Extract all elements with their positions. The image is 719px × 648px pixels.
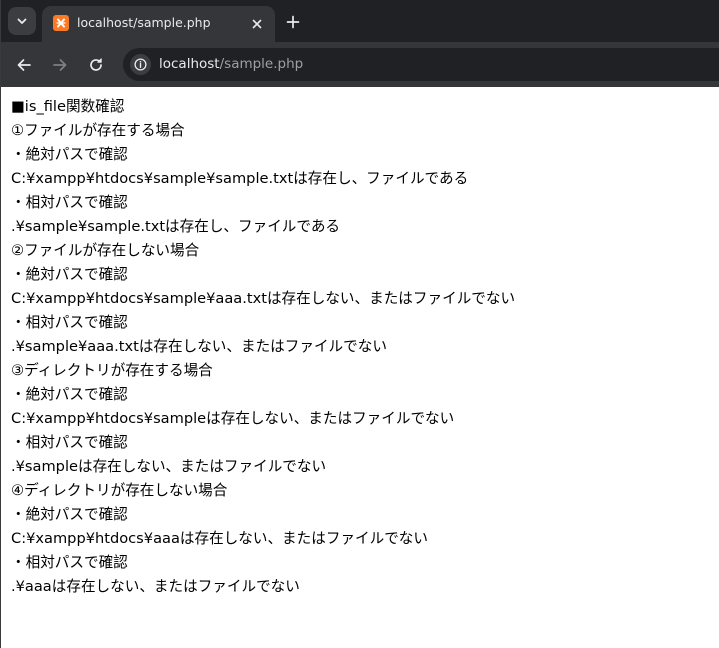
output-line: ④ディレクトリが存在しない場合: [11, 482, 228, 499]
info-icon: [134, 58, 147, 71]
forward-button[interactable]: [47, 52, 73, 78]
output-line: .¥sample¥aaa.txtは存在しない、またはファイルでない: [11, 338, 387, 355]
new-tab-button[interactable]: [281, 10, 305, 34]
output-line: C:¥xampp¥htdocs¥sampleは存在しない、またはファイルでない: [11, 410, 455, 427]
close-icon: [252, 19, 262, 29]
tab-close-button[interactable]: [247, 14, 267, 34]
chevron-down-icon: [17, 18, 27, 24]
output-line: ・相対パスで確認: [11, 314, 128, 331]
output-line: ・相対パスで確認: [11, 194, 128, 211]
url-path: /sample.php: [219, 56, 304, 72]
output-line: ■is_file関数確認: [11, 98, 125, 115]
back-button[interactable]: [11, 52, 37, 78]
output-line: ・絶対パスで確認: [11, 266, 128, 283]
url-text[interactable]: localhost/sample.php: [159, 56, 303, 73]
page-content: ■is_file関数確認 ①ファイルが存在する場合 ・絶対パスで確認 C:¥xampp…: [1, 87, 719, 648]
plus-icon: [286, 15, 300, 29]
browser-window: localhost/sample.php localhost/sample.ph…: [0, 0, 719, 648]
output-line: .¥aaaは存在しない、またはファイルでない: [11, 578, 300, 595]
xampp-icon: [53, 15, 69, 31]
arrow-right-icon: [53, 59, 67, 71]
arrow-left-icon: [17, 59, 31, 71]
url-host: localhost: [159, 56, 220, 72]
output-line: C:¥xampp¥htdocs¥sample¥sample.txtは存在し、ファ…: [11, 170, 469, 187]
tab-strip: localhost/sample.php: [1, 0, 719, 42]
address-bar[interactable]: localhost/sample.php: [123, 48, 719, 81]
toolbar: localhost/sample.php: [1, 42, 719, 87]
output-line: C:¥xampp¥htdocs¥aaaは存在しない、またはファイルでない: [11, 530, 428, 547]
output-text: ■is_file関数確認 ①ファイルが存在する場合 ・絶対パスで確認 C:¥xampp…: [11, 95, 515, 599]
output-line: C:¥xampp¥htdocs¥sample¥aaa.txtは存在しない、または…: [11, 290, 516, 307]
output-line: ・絶対パスで確認: [11, 506, 128, 523]
output-line: .¥sampleは存在しない、またはファイルでない: [11, 458, 327, 475]
tab-active[interactable]: localhost/sample.php: [42, 6, 275, 42]
output-line: ・相対パスで確認: [11, 554, 128, 571]
output-line: ②ファイルが存在しない場合: [11, 242, 200, 259]
output-line: ①ファイルが存在する場合: [11, 122, 185, 139]
output-line: ③ディレクトリが存在する場合: [11, 362, 213, 379]
reload-button[interactable]: [83, 52, 109, 78]
site-info-button[interactable]: [130, 54, 151, 75]
reload-icon: [90, 58, 102, 71]
tab-search-button[interactable]: [8, 7, 36, 35]
output-line: .¥sample¥sample.txtは存在し、ファイルである: [11, 218, 341, 235]
tab-title: localhost/sample.php: [77, 15, 211, 30]
output-line: ・相対パスで確認: [11, 434, 128, 451]
output-line: ・絶対パスで確認: [11, 386, 128, 403]
output-line: ・絶対パスで確認: [11, 146, 128, 163]
